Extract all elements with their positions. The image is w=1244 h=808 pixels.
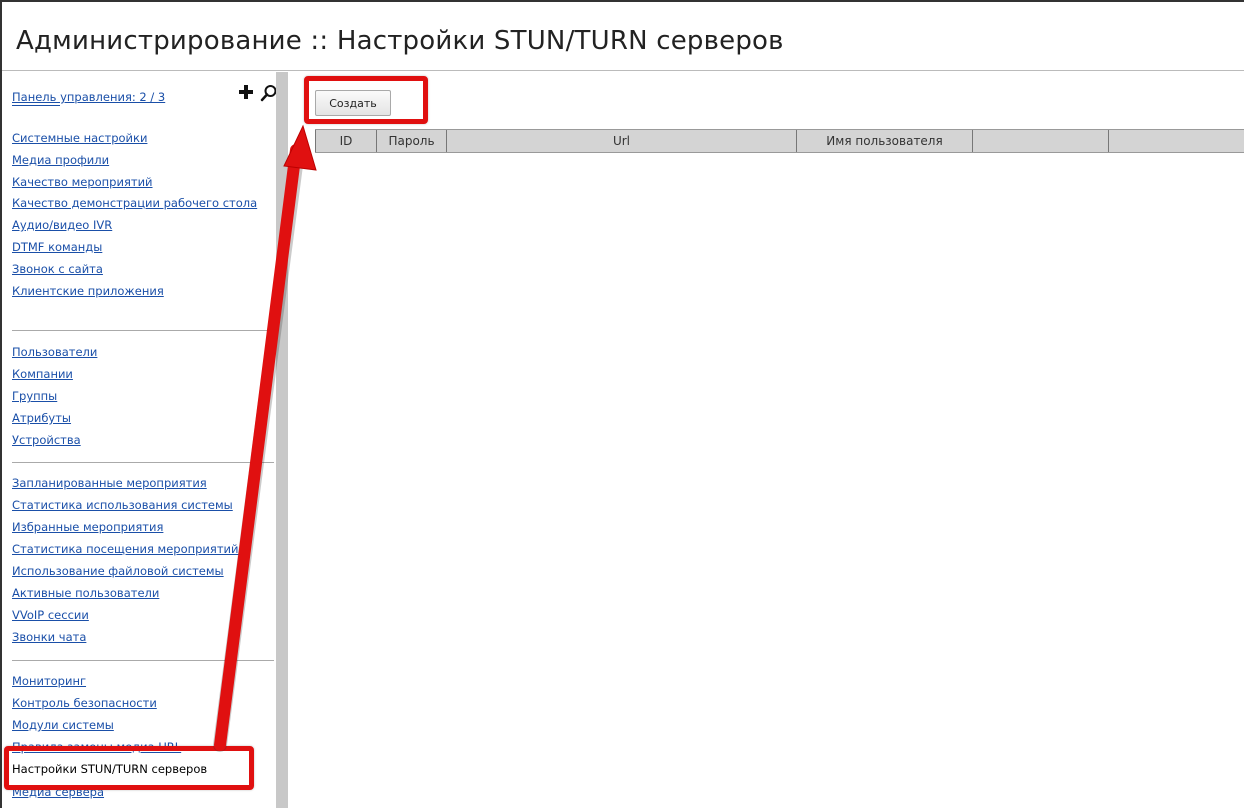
annotation-arrow [213,124,317,752]
